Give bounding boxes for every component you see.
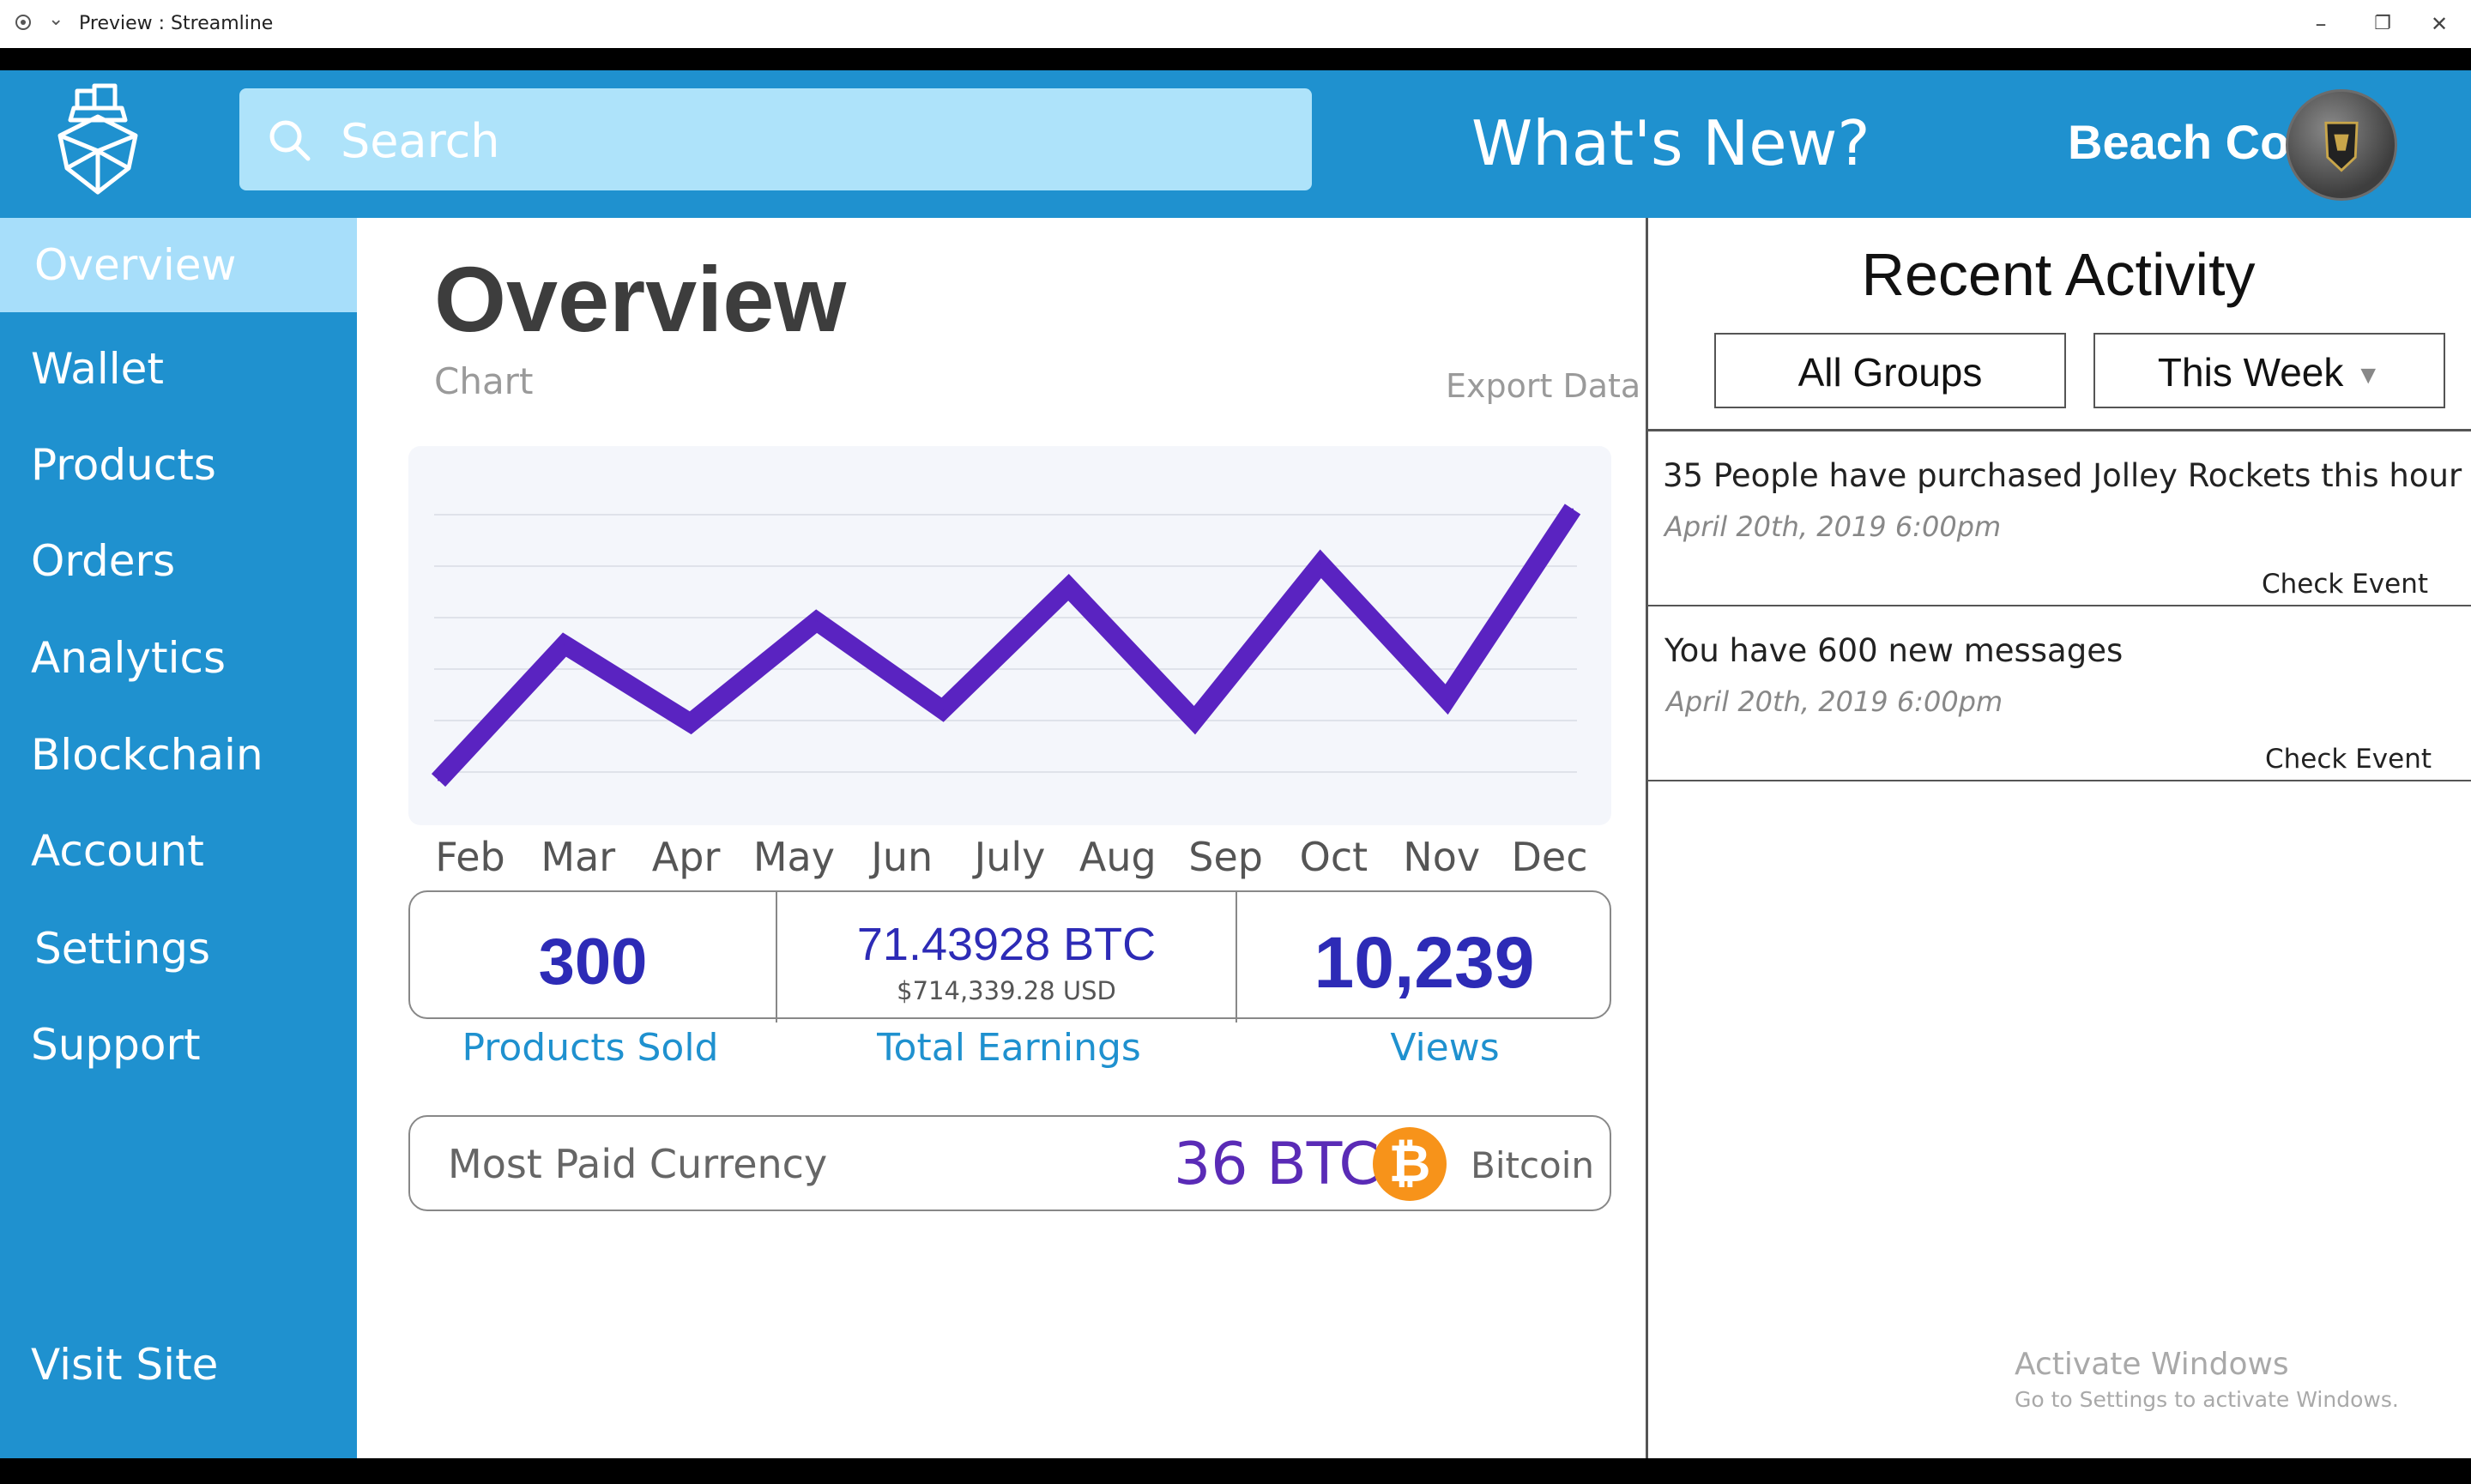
views-value: 10,239 — [1314, 922, 1535, 1003]
data-point — [1067, 586, 1070, 588]
x-tick-label: July — [974, 834, 1046, 880]
most-paid-currency-panel: Most Paid Currency 36 BTC ₿ Bitcoin — [408, 1115, 1611, 1211]
window-titlebar: ⌄ Preview : Streamline – ❐ ✕ — [0, 0, 2471, 48]
stats-panel: 300 71.43928 BTC $714,339.28 USD 10,239 — [408, 890, 1611, 1023]
data-point — [689, 721, 692, 724]
data-point — [438, 779, 439, 781]
x-tick-label: Apr — [651, 834, 721, 880]
views-label: Views — [1390, 1026, 1500, 1070]
chevron-down-icon[interactable]: ⌄ — [48, 9, 63, 30]
caret-down-icon: ▼ — [2355, 360, 2382, 389]
bottom-border — [0, 1458, 2471, 1484]
window-title: Preview : Streamline — [79, 13, 274, 34]
series-line — [431, 504, 1581, 787]
check-event-link[interactable]: Check Event — [2265, 744, 2432, 775]
watermark-line1: Activate Windows — [2015, 1347, 2289, 1382]
total-earnings-label: Total Earnings — [877, 1026, 1141, 1070]
sidebar-item-overview[interactable]: Overview — [0, 218, 357, 312]
x-tick-label: Nov — [1403, 834, 1481, 880]
avatar[interactable] — [2286, 89, 2397, 201]
search-bar[interactable]: Search — [239, 88, 1312, 190]
activity-text: 35 People have purchased Jolley Rockets … — [1663, 457, 2462, 494]
x-tick-label: Oct — [1299, 834, 1368, 880]
earnings-usd-value: $714,339.28 USD — [897, 976, 1116, 1005]
maximize-button[interactable]: ❐ — [2361, 7, 2404, 41]
sidebar-item-account[interactable]: Account — [0, 804, 357, 898]
x-tick-label: Feb — [435, 834, 505, 880]
all-groups-label: All Groups — [1797, 350, 1983, 395]
sidebar: Overview Wallet Products Orders Analytic… — [0, 218, 357, 1458]
activity-text: You have 600 new messages — [1664, 632, 2124, 669]
search-input[interactable]: Search — [341, 114, 500, 168]
company-name[interactable]: Beach Co — [2068, 114, 2289, 170]
products-sold-stat: 300 — [410, 892, 776, 1021]
x-tick-label: Jun — [871, 834, 933, 880]
sidebar-item-orders[interactable]: Orders — [0, 514, 357, 608]
activity-date: April 20th, 2019 6:00pm — [1666, 685, 2003, 718]
sidebar-item-analytics[interactable]: Analytics — [0, 611, 357, 705]
streamline-logo-icon[interactable] — [43, 82, 153, 199]
views-stat: 10,239 — [1237, 892, 1611, 1021]
data-point — [815, 620, 818, 623]
x-tick-label: Mar — [541, 834, 616, 880]
line-chart — [431, 504, 1581, 787]
sidebar-item-wallet[interactable]: Wallet — [0, 322, 357, 416]
sidebar-item-settings[interactable]: Settings — [0, 902, 357, 996]
activity-date: April 20th, 2019 6:00pm — [1664, 510, 2002, 543]
chart — [408, 446, 1611, 825]
currency-name: Bitcoin — [1471, 1144, 1595, 1186]
activate-windows-watermark: Activate Windows Go to Settings to activ… — [2015, 1347, 2399, 1412]
visit-site-link[interactable]: Visit Site — [0, 1318, 357, 1412]
x-tick-label: May — [752, 834, 835, 880]
products-sold-label: Products Sold — [462, 1026, 719, 1070]
top-border — [0, 48, 2471, 70]
data-point — [1446, 698, 1448, 701]
minimize-button[interactable]: – — [2299, 7, 2342, 41]
sidebar-item-products[interactable]: Products — [0, 418, 357, 512]
watermark-line2: Go to Settings to activate Windows. — [2015, 1387, 2399, 1412]
total-earnings-stat: 71.43928 BTC $714,339.28 USD — [777, 892, 1236, 1021]
x-tick-label: Sep — [1188, 834, 1263, 880]
shield-icon — [2324, 121, 2359, 172]
check-event-link[interactable]: Check Event — [2262, 569, 2428, 600]
whats-new-link[interactable]: What's New? — [1471, 107, 1870, 179]
x-tick-label: Aug — [1078, 834, 1157, 880]
products-sold-value: 300 — [538, 926, 648, 998]
export-data-button[interactable]: Export Data — [1446, 367, 1640, 405]
earnings-btc-value: 71.43928 BTC — [856, 919, 1157, 970]
data-point — [1320, 563, 1322, 565]
activity-item: 35 People have purchased Jolley Rockets … — [1646, 431, 2471, 606]
data-point — [563, 643, 565, 646]
app-record-icon[interactable] — [15, 15, 31, 30]
sidebar-item-blockchain[interactable]: Blockchain — [0, 708, 357, 802]
most-paid-currency-amount: 36 BTC — [1174, 1131, 1380, 1198]
all-groups-filter[interactable]: All Groups — [1714, 333, 2066, 408]
activity-item: You have 600 new messages April 20th, 20… — [1646, 606, 2471, 781]
search-icon — [269, 120, 311, 161]
sidebar-item-support[interactable]: Support — [0, 998, 357, 1092]
close-button[interactable]: ✕ — [2418, 7, 2461, 41]
chart-label: Chart — [434, 360, 534, 402]
most-paid-currency-label: Most Paid Currency — [448, 1141, 828, 1187]
bitcoin-icon: ₿ — [1373, 1127, 1447, 1201]
page-title: Overview — [434, 247, 847, 351]
time-range-dropdown[interactable]: This Week ▼ — [2093, 333, 2445, 408]
data-point — [1572, 508, 1574, 510]
x-tick-label: Dec — [1511, 834, 1588, 880]
data-point — [1193, 719, 1196, 721]
recent-activity-title: Recent Activity — [1861, 241, 2256, 308]
time-range-label: This Week — [2157, 350, 2344, 395]
data-point — [941, 709, 944, 711]
